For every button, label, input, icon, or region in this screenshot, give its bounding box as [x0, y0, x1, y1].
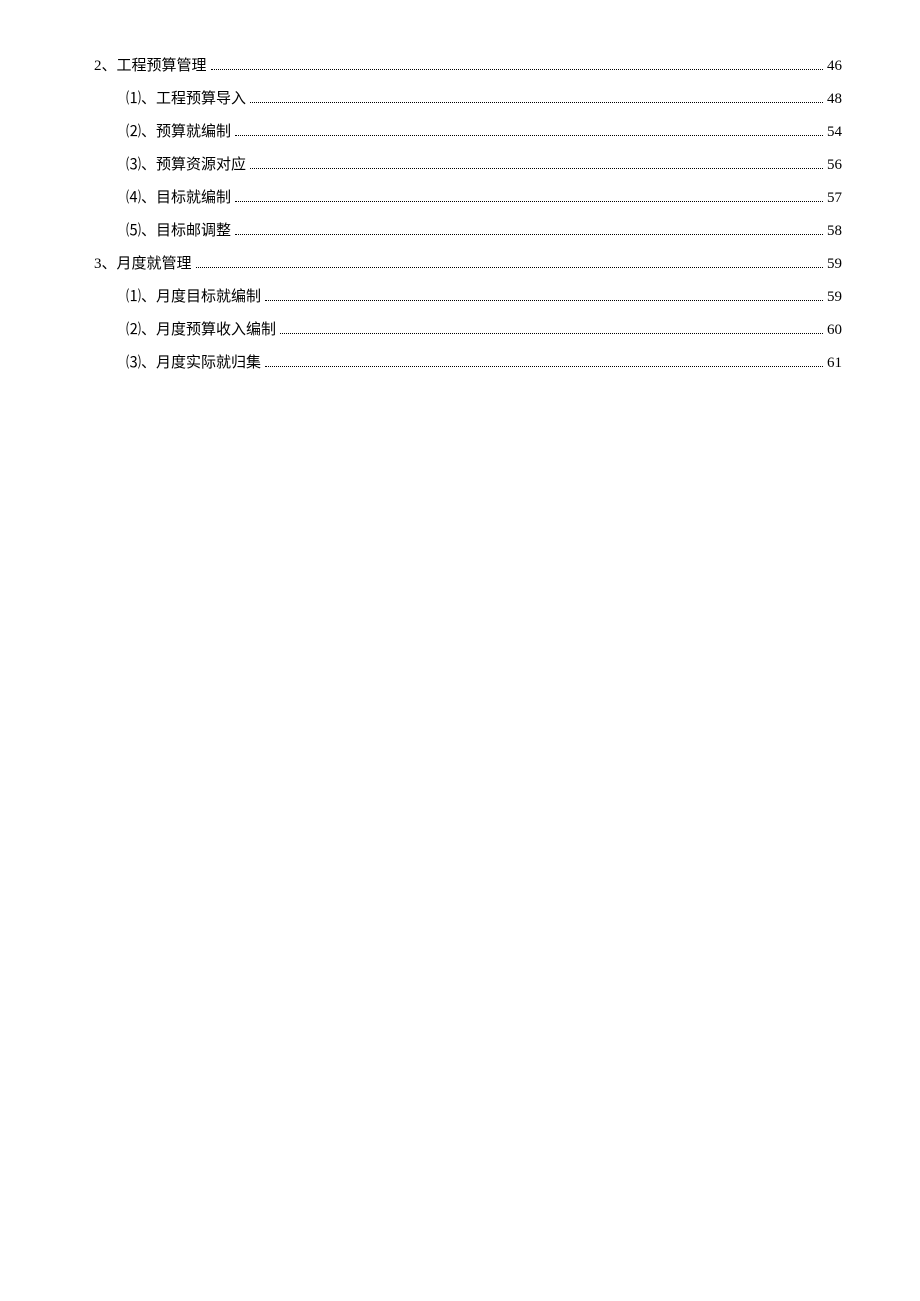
toc-label: 3、月度就管理 [94, 254, 192, 275]
toc-label: ⑶、预算资源对应 [126, 155, 246, 176]
toc-page: 59 [827, 254, 842, 275]
toc-page: 56 [827, 155, 842, 176]
toc-dots [211, 69, 823, 70]
toc-label: 2、工程预算管理 [94, 56, 207, 77]
toc-page: 61 [827, 353, 842, 374]
toc-entry[interactable]: ⑶、预算资源对应 56 [126, 155, 842, 176]
toc-dots [235, 201, 823, 202]
toc-page: 58 [827, 221, 842, 242]
toc-entry[interactable]: ⑴、月度目标就编制 59 [126, 287, 842, 308]
toc-label: ⑴、工程预算导入 [126, 89, 246, 110]
toc-label: ⑵、月度预算收入编制 [126, 320, 276, 341]
toc-entry[interactable]: 2、工程预算管理 46 [94, 56, 842, 77]
toc-entry[interactable]: 3、月度就管理 59 [94, 254, 842, 275]
toc-dots [235, 135, 823, 136]
toc-dots [250, 168, 823, 169]
toc-page: 57 [827, 188, 842, 209]
toc-entry[interactable]: ⑵、月度预算收入编制 60 [126, 320, 842, 341]
toc-page: 59 [827, 287, 842, 308]
toc-entry[interactable]: ⑸、目标邮调整 58 [126, 221, 842, 242]
toc-entry[interactable]: ⑵、预算就编制 54 [126, 122, 842, 143]
toc-dots [265, 300, 823, 301]
toc-page: 60 [827, 320, 842, 341]
toc-label: ⑴、月度目标就编制 [126, 287, 261, 308]
toc-dots [280, 333, 823, 334]
toc-page: 54 [827, 122, 842, 143]
toc-label: ⑶、月度实际就归集 [126, 353, 261, 374]
toc-label: ⑸、目标邮调整 [126, 221, 231, 242]
toc-page: 46 [827, 56, 842, 77]
toc-entry[interactable]: ⑷、目标就编制 57 [126, 188, 842, 209]
toc-entry[interactable]: ⑶、月度实际就归集 61 [126, 353, 842, 374]
toc-label: ⑷、目标就编制 [126, 188, 231, 209]
toc-dots [196, 267, 823, 268]
toc-dots [265, 366, 823, 367]
toc-dots [235, 234, 823, 235]
table-of-contents: 2、工程预算管理 46 ⑴、工程预算导入 48 ⑵、预算就编制 54 ⑶、预算资… [94, 56, 842, 374]
toc-entry[interactable]: ⑴、工程预算导入 48 [126, 89, 842, 110]
toc-dots [250, 102, 823, 103]
toc-page: 48 [827, 89, 842, 110]
toc-label: ⑵、预算就编制 [126, 122, 231, 143]
